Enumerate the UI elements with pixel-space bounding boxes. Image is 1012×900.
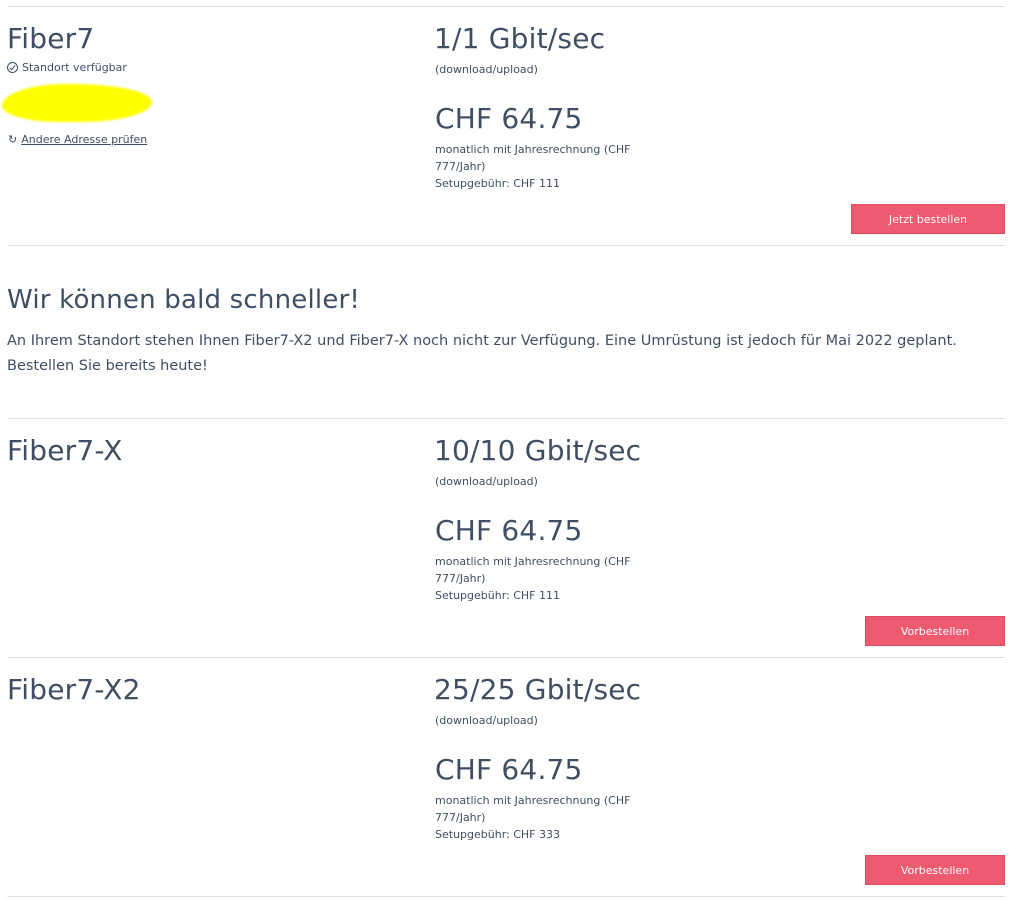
speed-direction: (download/upload) bbox=[435, 714, 538, 727]
price-value: CHF 64.75 bbox=[435, 753, 583, 786]
billing-line: 777/Jahr) bbox=[435, 811, 486, 824]
price-value: CHF 64.75 bbox=[435, 102, 583, 135]
setup-fee: Setupgebühr: CHF 111 bbox=[435, 177, 560, 190]
speed-value: 1/1 Gbit/sec bbox=[434, 22, 606, 55]
billing-line: 777/Jahr) bbox=[435, 572, 486, 585]
check-other-address-label: Andere Adresse prüfen bbox=[21, 133, 148, 146]
product-name: Fiber7-X bbox=[7, 434, 123, 467]
divider bbox=[7, 657, 1005, 658]
order-now-button[interactable]: Jetzt bestellen bbox=[851, 204, 1005, 234]
product-name: Fiber7 bbox=[7, 22, 95, 55]
speed-direction: (download/upload) bbox=[435, 63, 538, 76]
billing-info: monatlich mit Jahresrechnung (CHF 777/Ja… bbox=[435, 792, 675, 843]
billing-info: monatlich mit Jahresrechnung (CHF 777/Ja… bbox=[435, 553, 675, 604]
availability-status: Standort verfügbar bbox=[7, 61, 127, 74]
speed-value: 25/25 Gbit/sec bbox=[434, 673, 642, 706]
address-redaction bbox=[2, 84, 152, 122]
speed-value: 10/10 Gbit/sec bbox=[434, 434, 642, 467]
upgrade-title: Wir können bald schneller! bbox=[7, 285, 361, 315]
divider bbox=[7, 418, 1005, 419]
setup-fee: Setupgebühr: CHF 333 bbox=[435, 828, 560, 841]
upgrade-text: An Ihrem Standort stehen Ihnen Fiber7-X2… bbox=[7, 333, 957, 374]
preorder-button[interactable]: Vorbestellen bbox=[865, 616, 1005, 646]
speed-direction: (download/upload) bbox=[435, 475, 538, 488]
divider bbox=[7, 896, 1005, 897]
billing-info: monatlich mit Jahresrechnung (CHF 777/Ja… bbox=[435, 141, 675, 192]
divider bbox=[7, 6, 1005, 7]
divider bbox=[7, 245, 1005, 246]
billing-line: monatlich mit Jahresrechnung (CHF bbox=[435, 143, 631, 156]
check-other-address-link[interactable]: ↻ Andere Adresse prüfen bbox=[8, 133, 147, 146]
billing-line: monatlich mit Jahresrechnung (CHF bbox=[435, 794, 631, 807]
availability-label: Standort verfügbar bbox=[22, 61, 127, 74]
preorder-button[interactable]: Vorbestellen bbox=[865, 855, 1005, 885]
billing-line: monatlich mit Jahresrechnung (CHF bbox=[435, 555, 631, 568]
check-circle-icon bbox=[7, 62, 18, 73]
billing-line: 777/Jahr) bbox=[435, 160, 486, 173]
price-value: CHF 64.75 bbox=[435, 514, 583, 547]
refresh-icon: ↻ bbox=[8, 133, 18, 146]
product-name: Fiber7-X2 bbox=[7, 673, 141, 706]
setup-fee: Setupgebühr: CHF 111 bbox=[435, 589, 560, 602]
